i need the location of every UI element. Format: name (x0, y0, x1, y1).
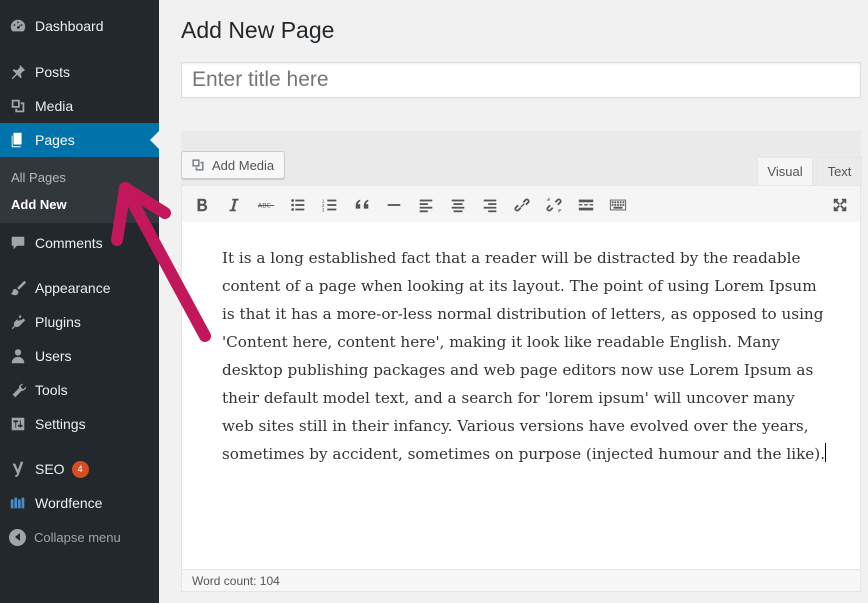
align-left-icon[interactable] (414, 193, 438, 217)
paintbrush-icon (8, 278, 28, 298)
admin-sidebar: Dashboard Posts Media Pages All Pages Ad… (0, 0, 159, 603)
bold-icon[interactable] (190, 193, 214, 217)
editor-text[interactable]: It is a long established fact that a rea… (222, 244, 827, 468)
editor-toolbar: ABC 123 (181, 185, 861, 223)
menu-media[interactable]: Media (0, 89, 159, 123)
align-center-icon[interactable] (446, 193, 470, 217)
svg-text:ABC: ABC (258, 203, 272, 210)
menu-label: Wordfence (35, 495, 103, 511)
dashboard-icon (8, 16, 28, 36)
media-icon (192, 159, 204, 171)
wordfence-icon (8, 493, 28, 513)
menu-plugins[interactable]: Plugins (0, 305, 159, 339)
menu-tools[interactable]: Tools (0, 373, 159, 407)
menu-label: Tools (35, 382, 68, 398)
title-input[interactable] (181, 62, 861, 98)
collapse-label: Collapse menu (34, 529, 121, 545)
menu-appearance[interactable]: Appearance (0, 271, 159, 305)
pin-icon (8, 62, 28, 82)
menu-comments[interactable]: Comments (0, 226, 159, 260)
unlink-icon[interactable] (542, 193, 566, 217)
collapse-arrow-icon (9, 528, 26, 546)
menu-label: Comments (35, 235, 103, 251)
menu-label: Posts (35, 64, 71, 80)
plugins-icon (8, 312, 28, 332)
tab-text[interactable]: Text (817, 157, 862, 186)
media-icon (8, 96, 28, 116)
menu-label: Settings (35, 416, 86, 432)
menu-wordfence[interactable]: Wordfence (0, 486, 159, 520)
menu-label: SEO (35, 461, 65, 477)
menu-label: Dashboard (35, 18, 104, 34)
word-count: Word count: 104 (192, 573, 280, 588)
menu-label: Users (35, 348, 72, 364)
menu-users[interactable]: Users (0, 339, 159, 373)
menu-label: Media (35, 98, 74, 114)
horizontal-line-icon[interactable] (382, 193, 406, 217)
add-media-label: Add Media (212, 157, 275, 173)
collapse-menu-button[interactable]: Collapse menu (0, 526, 159, 548)
menu-label: Pages (35, 132, 75, 148)
editor-content-area[interactable]: It is a long established fact that a rea… (181, 222, 861, 570)
numbered-list-icon[interactable]: 123 (318, 193, 342, 217)
read-more-icon[interactable] (574, 193, 598, 217)
menu-posts[interactable]: Posts (0, 55, 159, 89)
comments-icon (8, 233, 28, 253)
pages-icon (8, 130, 28, 150)
tab-visual[interactable]: Visual (757, 157, 813, 186)
add-media-button[interactable]: Add Media (181, 151, 285, 179)
fullscreen-icon[interactable] (828, 193, 852, 217)
yoast-icon (8, 459, 28, 479)
menu-settings[interactable]: Settings (0, 407, 159, 441)
submenu-add-new[interactable]: Add New (11, 197, 67, 212)
page-title: Add New Page (181, 17, 335, 43)
strikethrough-icon[interactable]: ABC (254, 193, 278, 217)
users-icon (8, 346, 28, 366)
link-icon[interactable] (510, 193, 534, 217)
svg-text:3: 3 (322, 207, 325, 212)
pages-submenu: All Pages Add New (0, 157, 159, 223)
toolbar-toggle-icon[interactable] (606, 193, 630, 217)
wrench-icon (8, 380, 28, 400)
status-bar: Word count: 104 (181, 569, 861, 592)
editor-paragraph: It is a long established fact that a rea… (222, 249, 826, 463)
menu-dashboard[interactable]: Dashboard (0, 9, 159, 43)
italic-icon[interactable] (222, 193, 246, 217)
menu-label: Plugins (35, 314, 81, 330)
text-caret (825, 443, 827, 462)
align-right-icon[interactable] (478, 193, 502, 217)
blockquote-icon[interactable] (350, 193, 374, 217)
menu-pages[interactable]: Pages (0, 123, 159, 157)
submenu-all-pages[interactable]: All Pages (11, 170, 66, 185)
bullet-list-icon[interactable] (286, 193, 310, 217)
menu-label: Appearance (35, 280, 111, 296)
settings-icon (8, 414, 28, 434)
menu-seo[interactable]: SEO 4 (0, 452, 159, 486)
notification-badge: 4 (71, 460, 89, 478)
